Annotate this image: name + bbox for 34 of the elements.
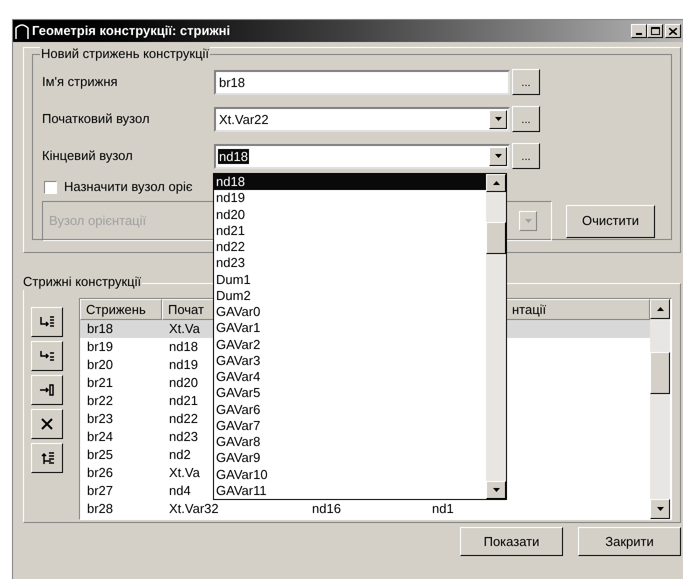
table-cell: nd16	[312, 501, 341, 516]
table-cell: br21	[87, 375, 114, 390]
table-cell: nd23	[169, 429, 198, 444]
field-label: Ім'я стрижня	[42, 73, 119, 92]
table-cell: br19	[87, 339, 114, 354]
table-cell: nd2	[169, 447, 191, 462]
field-value: br18	[218, 74, 246, 90]
field-value: nd18	[218, 148, 249, 164]
table-cell: Xt.Var32	[169, 501, 219, 516]
table-cell: nd22	[169, 411, 198, 426]
table-cell: br22	[87, 393, 114, 408]
table-cell: nd4	[169, 483, 191, 498]
table-cell: br18	[87, 321, 114, 336]
table-cell: br25	[87, 447, 114, 462]
table-cell: br24	[87, 429, 114, 444]
window-title: Геометрія конструкції: стрижні	[32, 22, 230, 40]
field-label: Кінцевий вузол	[42, 147, 134, 166]
field-value: Xt.Var22	[218, 112, 270, 126]
table-cell: br28	[87, 501, 114, 516]
table-cell: br26	[87, 465, 114, 480]
table-cell: nd19	[169, 357, 198, 372]
table-cell: br23	[87, 411, 114, 426]
group-title: Новий стрижень конструкції	[40, 46, 210, 62]
table-cell: br20	[87, 357, 114, 372]
table-cell: nd20	[169, 375, 198, 390]
table-cell: br27	[87, 483, 114, 498]
table-cell: nd18	[169, 339, 198, 354]
table-cell: Xt.Va	[169, 321, 200, 336]
table-cell: Xt.Va	[169, 465, 200, 480]
table-cell: nd1	[432, 501, 454, 516]
table-cell: nd21	[169, 393, 198, 408]
group-title: Стрижні конструкції	[22, 274, 142, 290]
field-label: Початковий вузол	[42, 110, 151, 128]
checkbox-label: Назначити вузол оріє	[64, 178, 192, 196]
